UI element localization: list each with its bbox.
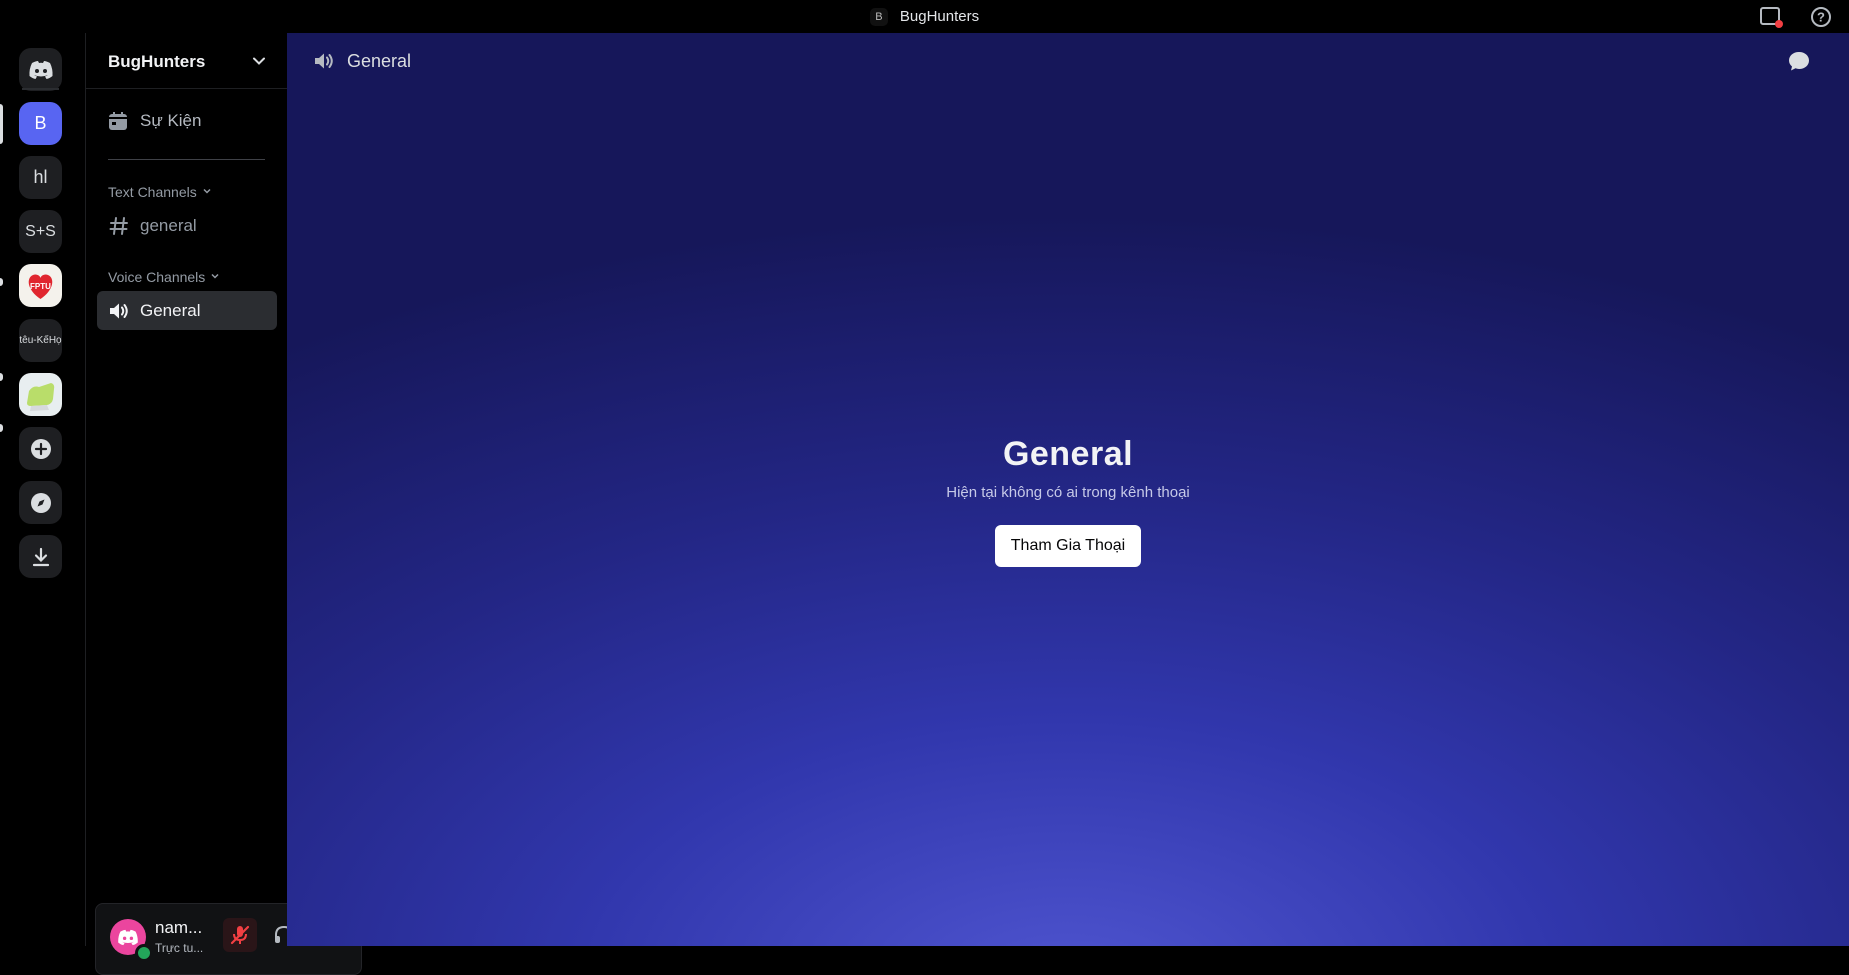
discord-home-icon[interactable] [19, 48, 62, 91]
chevron-down-icon [210, 268, 220, 286]
chevron-down-icon [251, 53, 267, 69]
category-voice-channels[interactable]: Voice Channels [108, 268, 220, 286]
unread-indicator [0, 424, 3, 432]
server-badge: B [869, 7, 888, 26]
fptu-heart-icon: FPTU [28, 274, 53, 299]
inbox-icon[interactable] [1759, 6, 1783, 28]
chat-icon[interactable] [1787, 50, 1811, 72]
category-text-channels[interactable]: Text Channels [108, 183, 212, 201]
category-label: Text Channels [108, 184, 197, 200]
window-title: BugHunters [899, 8, 980, 25]
svg-text:FPTU: FPTU [30, 282, 51, 291]
server-teu-keho[interactable]: têu-KếHọ [19, 319, 62, 362]
title-bar: B BugHunters ? [0, 0, 1849, 33]
mute-button[interactable] [223, 918, 257, 952]
username[interactable]: nam... [155, 918, 202, 938]
server-name: BugHunters [108, 52, 206, 71]
online-status-icon [135, 944, 153, 962]
voice-channel-subtitle: Hiện tại không có ai trong kênh thoại [946, 484, 1190, 501]
channel-label: general [140, 215, 197, 235]
unread-indicator [0, 373, 3, 381]
selected-indicator [0, 104, 3, 144]
server-list: B hl S+S FPTU têu-KếHọ [0, 33, 84, 946]
chevron-down-icon [202, 183, 212, 201]
hashtag-icon [108, 215, 130, 237]
unread-indicator [0, 278, 3, 286]
speaker-icon [108, 300, 130, 322]
server-bughunters[interactable]: B [19, 102, 62, 145]
divider [108, 159, 265, 160]
channel-label: General [140, 300, 201, 320]
events-label: Sự Kiện [140, 111, 202, 130]
channel-general-voice[interactable]: General [97, 291, 277, 330]
speaker-icon [313, 51, 333, 71]
server-fptu[interactable]: FPTU [19, 264, 62, 307]
server-hl[interactable]: hl [19, 156, 62, 199]
empty-voice-state: General Hiện tại không có ai trong kênh … [287, 435, 1849, 567]
channel-general-text[interactable]: general [97, 206, 277, 245]
channel-sidebar: BugHunters Sự Kiện Text Channels general… [85, 33, 362, 975]
join-voice-button[interactable]: Tham Gia Thoại [994, 525, 1142, 567]
guild-separator [22, 88, 59, 90]
download-icon[interactable] [19, 535, 62, 578]
server-image[interactable] [19, 373, 62, 416]
events-item[interactable]: Sự Kiện [108, 111, 201, 131]
user-status: Trực tu... [155, 941, 204, 955]
voice-channel-view: General General Hiện tại không có ai tro… [287, 33, 1849, 946]
server-header[interactable]: BugHunters [86, 33, 287, 89]
voice-channel-title: General [1002, 435, 1134, 473]
channel-header: General [287, 33, 1849, 88]
help-icon[interactable]: ? [1810, 6, 1832, 28]
sneaker-icon [27, 383, 55, 411]
channel-title: General [347, 51, 412, 71]
discover-icon[interactable] [19, 481, 62, 524]
category-label: Voice Channels [108, 269, 206, 285]
calendar-icon [108, 111, 128, 131]
add-server-icon[interactable] [19, 427, 62, 470]
server-s-plus-s[interactable]: S+S [19, 210, 62, 253]
svg-text:?: ? [1817, 10, 1825, 25]
microphone-muted-icon [230, 925, 250, 945]
